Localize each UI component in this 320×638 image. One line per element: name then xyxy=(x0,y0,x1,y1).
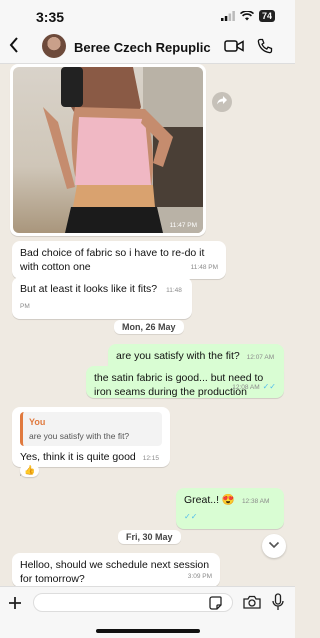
photo-timestamp: 11:47 PM xyxy=(169,222,197,229)
signal-icon xyxy=(220,11,235,21)
message-input[interactable] xyxy=(33,593,233,612)
message-time: 12:08 AM xyxy=(232,384,260,391)
message-text: But at least it looks like it fits? xyxy=(20,283,158,295)
read-receipt-icon: ✓✓ xyxy=(184,512,198,521)
read-receipt-icon: ✓✓ xyxy=(262,382,276,391)
message-text: Helloo, should we schedule next session … xyxy=(20,559,210,585)
status-time: 3:35 xyxy=(36,9,65,25)
message-text: are you satisfy with the fit? xyxy=(116,350,240,362)
camera-icon[interactable] xyxy=(243,595,261,614)
message-incoming[interactable]: Helloo, should we schedule next session … xyxy=(12,553,220,586)
plus-icon[interactable] xyxy=(8,590,22,616)
message-text: Great..! 😍 xyxy=(184,494,236,506)
photo-illustration xyxy=(43,67,203,233)
quoted-text: are you satisfy with the fit? xyxy=(29,431,130,441)
phone-icon[interactable] xyxy=(257,38,273,59)
message-incoming-reply[interactable]: You are you satisfy with the fit? Yes, t… xyxy=(12,407,170,478)
status-icons: 74 xyxy=(220,10,275,22)
chat-header: Beree Czech Repuplic xyxy=(0,30,295,64)
microphone-icon[interactable] xyxy=(272,593,284,616)
message-outgoing[interactable]: Great..! 😍 12:38 AM ✓✓ xyxy=(176,488,284,529)
photo-image[interactable]: 11:47 PM xyxy=(13,67,203,233)
message-input-bar xyxy=(0,586,295,638)
photo-message[interactable]: 11:47 PM xyxy=(10,64,206,236)
message-incoming[interactable]: Bad choice of fabric so i have to re-do … xyxy=(12,241,226,279)
quoted-message[interactable]: You are you satisfy with the fit? xyxy=(20,412,162,446)
contact-name[interactable]: Beree Czech Repuplic xyxy=(74,40,211,55)
avatar[interactable] xyxy=(42,34,66,58)
home-indicator xyxy=(96,629,200,633)
message-time: 12:07 AM xyxy=(246,354,275,361)
chat-area[interactable]: 11:47 PM Bad choice of fabric so i have … xyxy=(0,64,295,586)
chevron-down-icon[interactable] xyxy=(262,534,286,558)
forward-icon[interactable] xyxy=(212,92,232,112)
message-time: 12:38 AM xyxy=(241,498,270,505)
battery-icon: 74 xyxy=(258,10,275,22)
message-text: Bad choice of fabric so i have to re-do … xyxy=(20,247,205,273)
chevron-left-icon[interactable] xyxy=(8,36,20,60)
message-time: 3:09 PM xyxy=(187,573,212,580)
message-text: Yes, think it is quite good xyxy=(20,451,136,463)
quoted-author: You xyxy=(29,417,46,427)
message-incoming[interactable]: But at least it looks like it fits? 11:4… xyxy=(12,277,192,319)
reaction-badge[interactable]: 👍 xyxy=(20,464,40,477)
video-camera-icon[interactable] xyxy=(224,39,244,58)
status-bar: 3:35 74 xyxy=(0,0,295,30)
message-outgoing[interactable]: the satin fabric is good... but need to … xyxy=(86,366,284,398)
date-separator: Fri, 30 May xyxy=(118,530,181,544)
wifi-icon xyxy=(239,11,254,21)
date-separator: Mon, 26 May xyxy=(114,320,184,334)
sticker-icon[interactable] xyxy=(208,596,222,615)
message-time: 11:48 PM xyxy=(190,264,218,271)
